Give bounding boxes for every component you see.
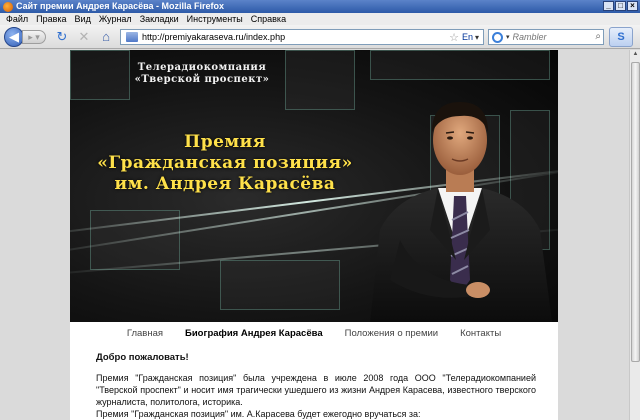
award-line-3: им. Андрея Карасёва — [114, 174, 336, 194]
reload-icon[interactable]: ↻ — [54, 29, 70, 45]
address-bar[interactable]: http://premiyakaraseva.ru/index.php ☆ En… — [120, 29, 484, 45]
vertical-scrollbar[interactable]: ▲ — [629, 50, 640, 420]
menu-view[interactable]: Вид — [71, 13, 95, 25]
url-text[interactable]: http://premiyakaraseva.ru/index.php — [142, 32, 449, 42]
award-paragraph: Премия "Гражданская позиция" им. А.Карас… — [96, 409, 421, 419]
menu-help[interactable]: Справка — [247, 13, 290, 25]
banner-grid-cell — [285, 50, 355, 110]
back-button[interactable]: ◀ — [4, 27, 24, 47]
forward-button[interactable]: ▸ ▾ — [22, 30, 46, 44]
nav-award-rules[interactable]: Положения о премии — [334, 328, 449, 339]
web-page: Телерадиокомпания «Тверской проспект» Пр… — [70, 50, 558, 420]
award-line-1: Премия — [184, 132, 266, 152]
scrollbar-thumb[interactable] — [631, 62, 640, 362]
window-controls: _ □ × — [603, 1, 638, 11]
header-banner: Телерадиокомпания «Тверской проспект» Пр… — [70, 50, 558, 322]
banner-grid-cell — [370, 50, 550, 80]
scroll-up-icon[interactable]: ▲ — [631, 51, 640, 61]
portrait-image — [370, 102, 552, 322]
search-input[interactable] — [512, 32, 583, 42]
award-line-2: «Гражданская позиция» — [97, 153, 353, 173]
award-title: Премия «Гражданская позиция» им. Андрея … — [70, 132, 380, 195]
company-name: Телерадиокомпания «Тверской проспект» — [122, 62, 282, 86]
nav-home[interactable]: Главная — [116, 328, 174, 339]
search-engine-dropdown-icon[interactable]: ▾ — [506, 33, 510, 41]
site-favicon-icon — [126, 32, 138, 42]
main-navigation: Главная Биография Андрея Карасёва Положе… — [70, 322, 558, 344]
firefox-icon — [3, 1, 13, 12]
window-titlebar: Сайт премии Андрея Карасёва - Mozilla Fi… — [0, 0, 640, 13]
close-button[interactable]: × — [627, 1, 638, 11]
window-title: Сайт премии Андрея Карасёва - Mozilla Fi… — [16, 1, 225, 11]
minimize-button[interactable]: _ — [603, 1, 614, 11]
search-icon[interactable]: ⌕ — [595, 31, 601, 42]
home-icon[interactable]: ⌂ — [98, 29, 114, 45]
browser-viewport: Телерадиокомпания «Тверской проспект» Пр… — [0, 50, 629, 420]
stop-icon[interactable]: ✕ — [76, 29, 92, 45]
navigation-toolbar: ◀ ▸ ▾ ↻ ✕ ⌂ http://premiyakaraseva.ru/in… — [0, 25, 640, 49]
menu-bar: Файл Правка Вид Журнал Закладки Инструме… — [0, 13, 640, 25]
page-content: Добро пожаловать! Премия "Гражданская по… — [96, 352, 536, 420]
menu-tools[interactable]: Инструменты — [183, 13, 247, 25]
banner-grid-cell — [220, 260, 340, 310]
banner-grid-cell — [70, 50, 130, 100]
company-line-1: Телерадиокомпания — [137, 62, 267, 73]
skype-icon[interactable]: S — [609, 27, 633, 47]
menu-bookmarks[interactable]: Закладки — [136, 13, 183, 25]
company-line-2: «Тверской проспект» — [134, 74, 270, 85]
url-dropdown-icon[interactable]: ▾ — [475, 33, 479, 42]
menu-edit[interactable]: Правка — [32, 13, 70, 25]
menu-file[interactable]: Файл — [2, 13, 32, 25]
maximize-button[interactable]: □ — [615, 1, 626, 11]
nav-contacts[interactable]: Контакты — [449, 328, 512, 339]
search-engine-icon[interactable] — [492, 31, 503, 43]
menu-history[interactable]: Журнал — [95, 13, 136, 25]
language-indicator[interactable]: En — [462, 32, 473, 42]
nav-biography[interactable]: Биография Андрея Карасёва — [174, 328, 334, 339]
welcome-heading: Добро пожаловать! — [96, 352, 189, 363]
bookmark-star-icon[interactable]: ☆ — [449, 31, 459, 44]
intro-paragraph: Премия "Гражданская позиция" была учрежд… — [96, 373, 536, 407]
search-bar[interactable]: ▾ ⌕ — [488, 29, 604, 45]
